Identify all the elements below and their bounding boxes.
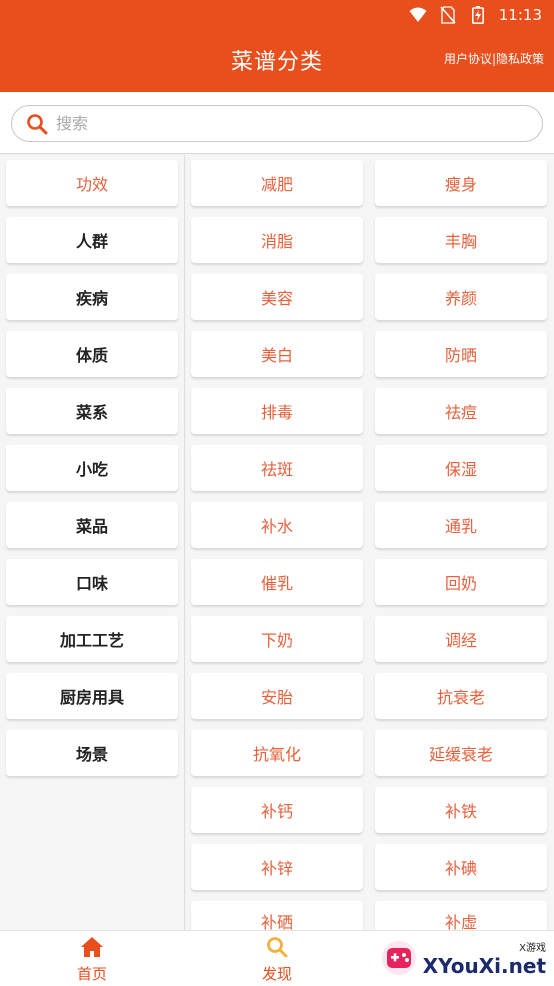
category-item[interactable]: 疾病 xyxy=(6,274,178,320)
tag-item[interactable]: 养颜 xyxy=(375,274,547,320)
search-bar xyxy=(0,92,554,154)
watermark-big: XYouXi.net xyxy=(422,953,546,978)
search-input[interactable] xyxy=(56,114,496,133)
category-list: 功效 人群 疾病 体质 菜系 小吃 菜品 口味 加工工艺 厨房用具 场景 xyxy=(0,155,185,930)
tag-item[interactable]: 回奶 xyxy=(375,559,547,605)
category-item[interactable]: 菜品 xyxy=(6,502,178,548)
status-bar: 11:13 xyxy=(409,4,542,26)
wifi-icon xyxy=(409,6,427,24)
search-box[interactable] xyxy=(11,105,543,142)
search-icon xyxy=(26,113,48,135)
bottom-nav: 首页 发现 X游戏 XYouXi.net xyxy=(0,930,554,986)
tag-item[interactable]: 防晒 xyxy=(375,331,547,377)
tag-item[interactable]: 通乳 xyxy=(375,502,547,548)
status-time: 11:13 xyxy=(498,6,542,24)
category-item[interactable]: 口味 xyxy=(6,559,178,605)
search-icon xyxy=(265,935,289,959)
tag-item[interactable]: 美白 xyxy=(191,331,363,377)
tag-item[interactable]: 祛斑 xyxy=(191,445,363,491)
tag-item[interactable]: 补钙 xyxy=(191,787,363,833)
no-sim-icon xyxy=(439,6,457,24)
nav-discover-label: 发现 xyxy=(261,965,292,983)
tag-item[interactable]: 排毒 xyxy=(191,388,363,434)
tag-item[interactable]: 补虚 xyxy=(375,901,547,930)
tag-item[interactable]: 消脂 xyxy=(191,217,363,263)
tag-item[interactable]: 调经 xyxy=(375,616,547,662)
category-item[interactable]: 人群 xyxy=(6,217,178,263)
category-item[interactable]: 场景 xyxy=(6,730,178,776)
category-item[interactable]: 功效 xyxy=(6,160,178,206)
site-watermark: X游戏 XYouXi.net xyxy=(381,933,546,983)
category-item[interactable]: 体质 xyxy=(6,331,178,377)
tag-item[interactable]: 瘦身 xyxy=(375,160,547,206)
policy-link[interactable]: 用户协议|隐私政策 xyxy=(444,50,544,67)
tag-grid: 减肥 瘦身 消脂 丰胸 美容 养颜 美白 防晒 排毒 祛痘 祛斑 保湿 补水 通… xyxy=(186,155,554,930)
tag-item[interactable]: 补碘 xyxy=(375,844,547,890)
app-header: 11:13 菜谱分类 用户协议|隐私政策 xyxy=(0,0,554,92)
tag-item[interactable]: 催乳 xyxy=(191,559,363,605)
tag-item[interactable]: 抗氧化 xyxy=(191,730,363,776)
tag-item[interactable]: 下奶 xyxy=(191,616,363,662)
tag-item[interactable]: 安胎 xyxy=(191,673,363,719)
tag-item[interactable]: 补铁 xyxy=(375,787,547,833)
category-item[interactable]: 加工工艺 xyxy=(6,616,178,662)
tag-item[interactable]: 丰胸 xyxy=(375,217,547,263)
tag-item[interactable]: 补锌 xyxy=(191,844,363,890)
nav-discover[interactable]: 发现 xyxy=(227,935,327,985)
watermark-small: X游戏 xyxy=(519,942,546,954)
tag-item[interactable]: 减肥 xyxy=(191,160,363,206)
tag-item[interactable]: 补硒 xyxy=(191,901,363,930)
nav-home[interactable]: 首页 xyxy=(42,935,142,985)
battery-charging-icon xyxy=(469,6,487,24)
tag-item[interactable]: 延缓衰老 xyxy=(375,730,547,776)
tag-item[interactable]: 保湿 xyxy=(375,445,547,491)
nav-home-label: 首页 xyxy=(76,965,107,983)
tag-item[interactable]: 补水 xyxy=(191,502,363,548)
category-item[interactable]: 菜系 xyxy=(6,388,178,434)
category-item[interactable]: 小吃 xyxy=(6,445,178,491)
tag-item[interactable]: 美容 xyxy=(191,274,363,320)
gamepad-icon xyxy=(381,940,417,976)
home-icon xyxy=(80,935,104,959)
tag-item[interactable]: 抗衰老 xyxy=(375,673,547,719)
tag-item[interactable]: 祛痘 xyxy=(375,388,547,434)
category-item[interactable]: 厨房用具 xyxy=(6,673,178,719)
